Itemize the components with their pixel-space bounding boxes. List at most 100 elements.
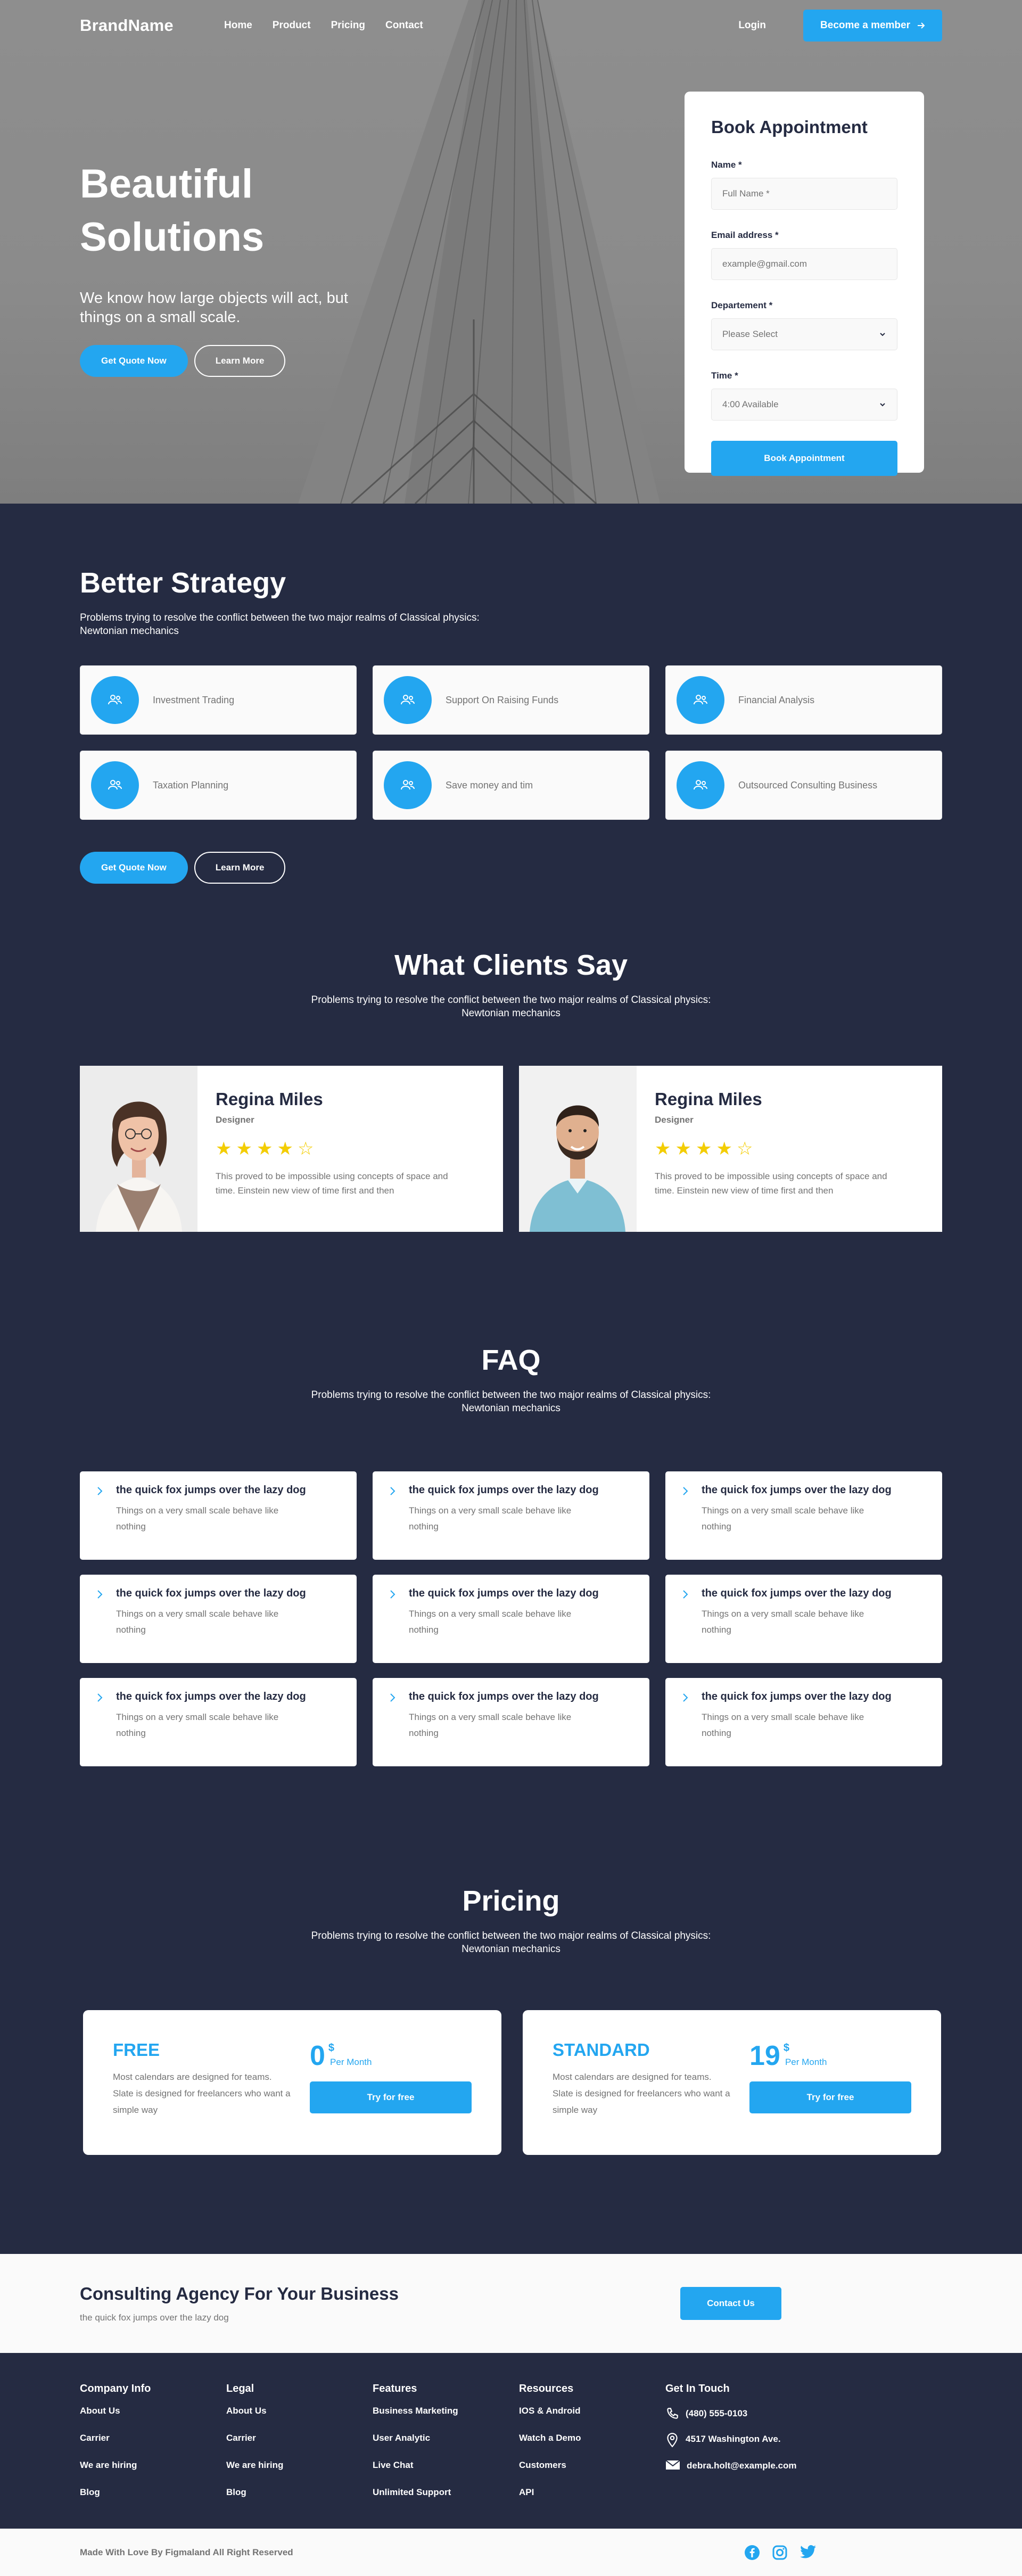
- footer-link[interactable]: About Us: [80, 2406, 226, 2416]
- faq-question: the quick fox jumps over the lazy dog: [409, 1587, 599, 1599]
- become-member-button[interactable]: Become a member: [803, 10, 942, 42]
- location-pin-icon: [667, 2433, 678, 2448]
- footer-link[interactable]: Carrier: [80, 2433, 226, 2443]
- service-card[interactable]: Save money and tim: [373, 751, 649, 820]
- hero-section: BrandName Home Product Pricing Contact L…: [0, 0, 1022, 504]
- users-icon: [384, 761, 432, 809]
- plan-price-block: 0 $ Per Month Try for free: [310, 2040, 472, 2125]
- services-grid: Investment Trading Support On Raising Fu…: [80, 665, 942, 820]
- department-select[interactable]: Please Select: [711, 318, 897, 350]
- faq-answer: Things on a very small scale behave like…: [702, 1505, 864, 1532]
- get-quote-button[interactable]: Get Quote Now: [80, 345, 188, 377]
- plan-description: Most calendars are designed for teams. S…: [553, 2072, 730, 2115]
- learn-more-button[interactable]: Learn More: [194, 345, 286, 377]
- chevron-right-icon: [683, 1693, 688, 1702]
- faq-section: FAQ Problems trying to resolve the confl…: [0, 1289, 1022, 1830]
- phone-text: (480) 555-0103: [686, 2408, 748, 2418]
- twitter-icon[interactable]: [800, 2545, 817, 2559]
- faq-item[interactable]: the quick fox jumps over the lazy dog Thi…: [373, 1471, 649, 1560]
- contact-email[interactable]: debra.holt@example.com: [665, 2458, 796, 2474]
- service-card[interactable]: Outsourced Consulting Business: [665, 751, 942, 820]
- service-card[interactable]: Taxation Planning: [80, 751, 357, 820]
- client-quote: This proved to be impossible using conce…: [655, 1171, 887, 1196]
- service-label: Taxation Planning: [153, 779, 229, 791]
- footer-column-title: Resources: [519, 2383, 574, 2394]
- service-card[interactable]: Financial Analysis: [665, 665, 942, 735]
- testimonials-section: What Clients Say Problems trying to reso…: [0, 901, 1022, 1289]
- faq-answer: Things on a very small scale behave like…: [116, 1505, 279, 1532]
- nav-link-contact[interactable]: Contact: [385, 20, 423, 31]
- star-filled-icon: ★: [675, 1139, 696, 1159]
- strategy-title: Better Strategy: [80, 567, 286, 599]
- nav-link-pricing[interactable]: Pricing: [331, 20, 365, 31]
- contact-phone[interactable]: (480) 555-0103: [665, 2406, 793, 2422]
- testimonials-subtitle: Problems trying to resolve the conflict …: [311, 994, 711, 1019]
- name-field[interactable]: Full Name *: [711, 178, 897, 210]
- hero-content: Beautiful Solutions We know how large ob…: [80, 158, 399, 377]
- footer-column-contact: Get In Touch (480) 555-0103 4517 Washing…: [665, 2383, 812, 2514]
- footer-link[interactable]: Customers: [519, 2460, 665, 2471]
- contact-us-button[interactable]: Contact Us: [680, 2287, 781, 2320]
- chevron-right-icon: [97, 1693, 103, 1702]
- faq-item[interactable]: the quick fox jumps over the lazy dog Thi…: [373, 1678, 649, 1766]
- footer-link[interactable]: Watch a Demo: [519, 2433, 665, 2443]
- footer: Company Info About Us Carrier We are hir…: [0, 2353, 1022, 2529]
- get-quote-button[interactable]: Get Quote Now: [80, 852, 188, 884]
- service-card[interactable]: Support On Raising Funds: [373, 665, 649, 735]
- footer-link[interactable]: Blog: [226, 2487, 373, 2498]
- copyright-text: Made With Love By Figmaland All Right Re…: [80, 2547, 293, 2557]
- brand-logo[interactable]: BrandName: [80, 16, 224, 35]
- department-value: Please Select: [722, 329, 778, 339]
- faq-answer: Things on a very small scale behave like…: [116, 1609, 279, 1635]
- email-field[interactable]: example@gmail.com: [711, 248, 897, 280]
- footer-link[interactable]: We are hiring: [226, 2460, 373, 2471]
- department-label: Departement *: [711, 300, 773, 310]
- footer-link[interactable]: Live Chat: [373, 2460, 519, 2471]
- faq-question: the quick fox jumps over the lazy dog: [116, 1691, 306, 1702]
- nav-link-home[interactable]: Home: [224, 20, 252, 31]
- star-filled-icon: ★: [716, 1139, 737, 1159]
- service-label: Outsourced Consulting Business: [738, 779, 878, 791]
- faq-item[interactable]: the quick fox jumps over the lazy dog Thi…: [80, 1575, 357, 1663]
- footer-link[interactable]: IOS & Android: [519, 2406, 665, 2416]
- time-label: Time *: [711, 371, 738, 381]
- price-amount: 19: [749, 2040, 780, 2071]
- service-card[interactable]: Investment Trading: [80, 665, 357, 735]
- faq-item[interactable]: the quick fox jumps over the lazy dog Thi…: [665, 1678, 942, 1766]
- footer-link[interactable]: Business Marketing: [373, 2406, 519, 2416]
- footer-column-title: Features: [373, 2383, 417, 2394]
- contact-address[interactable]: 4517 Washington Ave.: [665, 2431, 793, 2448]
- faq-item[interactable]: the quick fox jumps over the lazy dog Thi…: [80, 1678, 357, 1766]
- footer-link[interactable]: API: [519, 2487, 665, 2498]
- star-empty-icon: ☆: [736, 1139, 757, 1159]
- footer-link[interactable]: User Analytic: [373, 2433, 519, 2443]
- login-link[interactable]: Login: [738, 20, 766, 31]
- testimonial-card: Regina Miles Designer ★★★★☆ This proved …: [80, 1066, 503, 1232]
- faq-item[interactable]: the quick fox jumps over the lazy dog Thi…: [373, 1575, 649, 1663]
- testimonials-grid: Regina Miles Designer ★★★★☆ This proved …: [80, 1066, 942, 1232]
- footer-link[interactable]: Carrier: [226, 2433, 373, 2443]
- learn-more-button[interactable]: Learn More: [194, 852, 286, 884]
- faq-item[interactable]: the quick fox jumps over the lazy dog Thi…: [665, 1471, 942, 1560]
- top-navbar: BrandName Home Product Pricing Contact L…: [80, 0, 942, 51]
- strategy-subtitle: Problems trying to resolve the conflict …: [80, 612, 480, 637]
- time-select[interactable]: 4:00 Available: [711, 389, 897, 421]
- faq-item[interactable]: the quick fox jumps over the lazy dog Thi…: [665, 1575, 942, 1663]
- facebook-icon[interactable]: [744, 2545, 760, 2561]
- nav-link-product[interactable]: Product: [273, 20, 311, 31]
- faq-item[interactable]: the quick fox jumps over the lazy dog Thi…: [80, 1471, 357, 1560]
- faq-subtitle: Problems trying to resolve the conflict …: [311, 1389, 711, 1414]
- footer-link[interactable]: Blog: [80, 2487, 226, 2498]
- try-free-button[interactable]: Try for free: [310, 2081, 472, 2113]
- client-role: Designer: [216, 1115, 254, 1125]
- book-appointment-button[interactable]: Book Appointment: [711, 441, 897, 476]
- hero-buttons: Get Quote Now Learn More: [80, 345, 399, 377]
- plan-price: 0 $ Per Month: [310, 2041, 472, 2071]
- try-free-button[interactable]: Try for free: [749, 2081, 911, 2113]
- plan-description: Most calendars are designed for teams. S…: [113, 2072, 291, 2115]
- footer-link[interactable]: About Us: [226, 2406, 373, 2416]
- footer-link[interactable]: We are hiring: [80, 2460, 226, 2471]
- footer-link[interactable]: Unlimited Support: [373, 2487, 519, 2498]
- instagram-icon[interactable]: [772, 2545, 788, 2561]
- cta-title: Consulting Agency For Your Business: [80, 2284, 399, 2303]
